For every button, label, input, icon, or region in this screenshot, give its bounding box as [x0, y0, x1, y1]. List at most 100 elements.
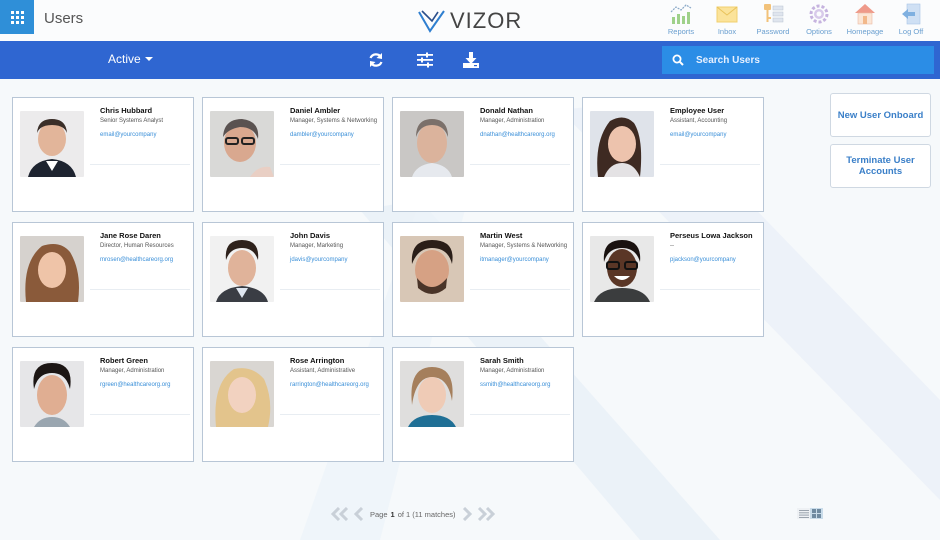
user-photo — [210, 111, 274, 177]
new-user-onboard-button[interactable]: New User Onboard — [830, 93, 931, 137]
grid-icon — [10, 10, 24, 24]
user-email-link[interactable]: email@yourcompany — [100, 132, 190, 138]
top-header: Users VIZOR Reports Inbox Password Optio… — [0, 0, 940, 41]
chevron-right-icon — [462, 507, 472, 521]
card-divider — [470, 414, 570, 415]
double-chevron-left-icon — [330, 507, 349, 521]
page-info: Page 1 of 1 (11 matches) — [370, 509, 456, 519]
user-photo — [400, 361, 464, 427]
nav-logoff[interactable]: Log Off — [888, 2, 934, 36]
user-photo — [400, 111, 464, 177]
user-card[interactable]: Jane Rose Daren Director, Human Resources… — [12, 222, 194, 337]
user-card[interactable]: John Davis Manager, Marketing jdavis@yourc… — [202, 222, 384, 337]
user-email-link[interactable]: dambler@yourcompany — [290, 132, 380, 138]
user-name: Jane Rose Daren — [100, 231, 161, 240]
avatar-icon — [590, 236, 654, 302]
user-email-link[interactable]: mrosen@healthcareorg.org — [100, 257, 190, 263]
avatar-icon — [20, 236, 84, 302]
card-divider — [470, 289, 570, 290]
nav-password[interactable]: Password — [750, 2, 796, 36]
status-filter-label: Active — [108, 52, 141, 66]
search-users-input[interactable] — [696, 54, 916, 66]
nav-inbox[interactable]: Inbox — [704, 2, 750, 36]
gear-icon — [809, 4, 829, 24]
card-divider — [90, 414, 190, 415]
vizor-logo-icon — [418, 10, 445, 33]
search-icon — [672, 54, 684, 66]
user-name: Martin West — [480, 231, 523, 240]
list-view-button[interactable] — [797, 508, 810, 519]
user-role: -- — [670, 243, 674, 249]
user-photo — [400, 236, 464, 302]
user-card[interactable]: Donald Nathan Manager, Administration dnat… — [392, 97, 574, 212]
user-card[interactable]: Perseus Lowa Jackson -- pjackson@yourcompa… — [582, 222, 764, 337]
avatar-icon — [210, 111, 274, 177]
status-filter-dropdown[interactable]: Active — [108, 52, 153, 66]
card-divider — [660, 164, 760, 165]
user-role: Manager, Systems & Networking — [290, 118, 378, 124]
user-photo — [20, 236, 84, 302]
user-role: Director, Human Resources — [100, 243, 174, 249]
app-launcher-button[interactable] — [0, 0, 34, 34]
user-name: John Davis — [290, 231, 331, 240]
user-role: Assistant, Accounting — [670, 118, 728, 124]
refresh-icon[interactable] — [367, 51, 385, 69]
user-card[interactable]: Employee User Assistant, Accounting email@… — [582, 97, 764, 212]
avatar-icon — [20, 361, 84, 427]
grid-view-button[interactable] — [810, 508, 823, 519]
avatar-icon — [400, 236, 464, 302]
key-icon — [764, 4, 784, 23]
user-name: Chris Hubbard — [100, 106, 153, 115]
view-mode-toggle — [797, 508, 823, 519]
user-photo — [20, 361, 84, 427]
user-role: Manager, Administration — [480, 118, 545, 124]
card-divider — [90, 289, 190, 290]
user-name: Donald Nathan — [480, 106, 533, 115]
first-page-button[interactable] — [330, 507, 350, 521]
user-email-link[interactable]: itmanager@yourcompany — [480, 257, 570, 263]
user-photo — [210, 236, 274, 302]
avatar-icon — [210, 361, 274, 427]
user-email-link[interactable]: pjackson@yourcompany — [670, 257, 760, 263]
last-page-button[interactable] — [476, 507, 496, 521]
user-name: Sarah Smith — [480, 356, 524, 365]
user-email-link[interactable]: email@yourcompany — [670, 132, 760, 138]
user-email-link[interactable]: rarrington@healthcareorg.org — [290, 382, 380, 388]
filter-sliders-icon[interactable] — [416, 51, 434, 69]
double-chevron-right-icon — [477, 507, 495, 521]
nav-homepage[interactable]: Homepage — [842, 2, 888, 36]
user-card[interactable]: Chris Hubbard Senior Systems Analyst email… — [12, 97, 194, 212]
user-card[interactable]: Martin West Manager, Systems & Networking… — [392, 222, 574, 337]
avatar-icon — [210, 236, 274, 302]
search-users-box[interactable] — [662, 46, 934, 74]
page-title: Users — [44, 10, 84, 27]
user-card[interactable]: Daniel Ambler Manager, Systems & Networki… — [202, 97, 384, 212]
card-divider — [280, 414, 380, 415]
user-name: Rose Arrington — [290, 356, 345, 365]
prev-page-button[interactable] — [354, 507, 364, 521]
nav-reports[interactable]: Reports — [658, 2, 704, 36]
download-icon[interactable] — [462, 51, 480, 69]
user-name: Perseus Lowa Jackson — [670, 231, 753, 240]
nav-options[interactable]: Options — [796, 2, 842, 36]
user-role: Manager, Marketing — [290, 243, 344, 249]
user-role: Senior Systems Analyst — [100, 118, 164, 124]
avatar-icon — [590, 111, 654, 177]
user-card[interactable]: Robert Green Manager, Administration rgree… — [12, 347, 194, 462]
avatar-icon — [400, 361, 464, 427]
header-nav: Reports Inbox Password Options Homepage … — [658, 2, 934, 36]
list-view-icon — [798, 509, 809, 518]
vizor-logo: VIZOR — [418, 8, 522, 34]
user-card[interactable]: Rose Arrington Assistant, Administrative r… — [202, 347, 384, 462]
user-email-link[interactable]: jdavis@yourcompany — [290, 257, 380, 263]
next-page-button[interactable] — [462, 507, 472, 521]
user-role: Manager, Administration — [480, 368, 545, 374]
terminate-user-accounts-button[interactable]: Terminate User Accounts — [830, 144, 931, 188]
user-email-link[interactable]: ssmith@healthcareorg.org — [480, 382, 570, 388]
user-email-link[interactable]: dnathan@healthcareorg.org — [480, 132, 570, 138]
card-divider — [470, 164, 570, 165]
user-card[interactable]: Sarah Smith Manager, Administration ssmith… — [392, 347, 574, 462]
user-name: Robert Green — [100, 356, 148, 365]
user-email-link[interactable]: rgreen@healthcareorg.org — [100, 382, 190, 388]
caret-down-icon — [144, 57, 153, 61]
